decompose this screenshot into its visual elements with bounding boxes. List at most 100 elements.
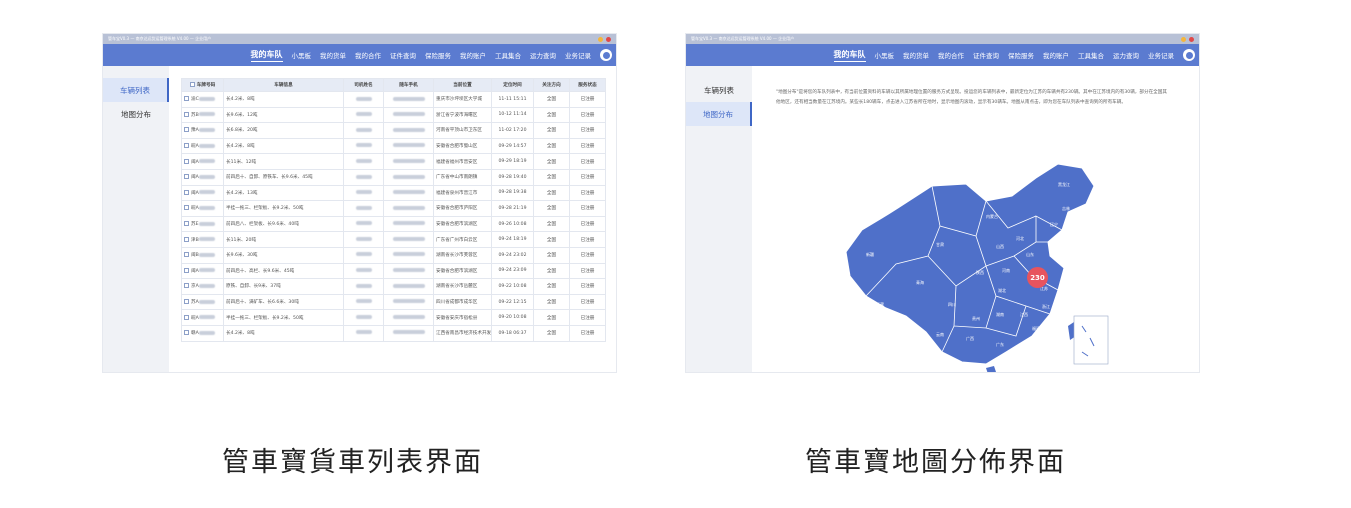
nav-tools[interactable]: 工具集合 (495, 50, 521, 60)
status-cell: 已注册 (569, 246, 606, 264)
row-checkbox[interactable] (184, 205, 189, 211)
driver-name-cell (343, 106, 384, 124)
row-checkbox[interactable] (184, 236, 189, 242)
table-header-row: 车牌号码 车辆信息 司机姓名 随车手机 当前位置 定位时间 关注方向 服务状态 (181, 78, 606, 92)
nav-account[interactable]: 我的账户 (1043, 50, 1069, 60)
close-button[interactable] (1189, 36, 1194, 42)
nav-insurance[interactable]: 保险服务 (1008, 50, 1034, 60)
direction-cell: 全国 (533, 122, 570, 139)
plate-number: 津B (191, 237, 199, 243)
location-cell: 安徽省安庆市宿松县 (433, 309, 492, 326)
nav-blackboard[interactable]: 小黑板 (292, 50, 312, 60)
row-checkbox[interactable] (184, 283, 189, 289)
nav-capacity[interactable]: 运力查询 (530, 50, 556, 60)
time-cell: 11-02 17:20 (491, 122, 534, 139)
plate-number: 皖A (191, 144, 199, 150)
select-all-checkbox[interactable] (189, 82, 195, 87)
column-header-label: 关注方向 (542, 83, 561, 88)
row-checkbox[interactable] (184, 143, 189, 149)
row-checkbox[interactable] (184, 189, 189, 195)
china-map-svg[interactable]: 新疆 西藏 青海 甘肃 内蒙古 黑龙江 吉林 辽宁 四川 云南 广西 广东 湖南… (836, 156, 1136, 373)
china-map[interactable]: 新疆 西藏 青海 甘肃 内蒙古 黑龙江 吉林 辽宁 四川 云南 广西 广东 湖南… (836, 156, 1136, 373)
province-label: 内蒙古 (986, 213, 998, 219)
nav-tools[interactable]: 工具集合 (1078, 50, 1104, 60)
vehicle-info-cell: 长9.6米、30吨 (223, 246, 344, 264)
nav-insurance[interactable]: 保险服务 (425, 50, 451, 60)
province-label: 广西 (966, 335, 974, 341)
minimize-button[interactable] (598, 36, 603, 42)
row-checkbox[interactable] (184, 314, 189, 320)
minimize-button[interactable] (1181, 36, 1186, 42)
sidebar-item-map[interactable]: 地图分布 (686, 102, 752, 126)
row-checkbox[interactable] (184, 330, 189, 336)
direction-cell: 全国 (533, 231, 570, 248)
province-label: 四川 (948, 302, 956, 307)
vehicle-count-marker[interactable]: 230 (1027, 267, 1048, 288)
table-row[interactable]: 苏B 长9.6米、12吨 浙江省宁波市海曙区 10-12 11:14 全国 已注册 (181, 106, 606, 124)
redacted-text (355, 158, 372, 163)
province-label: 陕西 (976, 269, 984, 275)
sidebar-item-vehicle-list[interactable]: 车辆列表 (103, 78, 169, 102)
redacted-text (355, 236, 372, 241)
row-checkbox[interactable] (184, 221, 189, 227)
table-row[interactable]: 闽A 前四后十、自卸、原铁车、长9.6米、45吨 广东省中山市南朗镇 09-28 19… (181, 168, 606, 186)
nav-my-fleet[interactable]: 我的车队 (833, 49, 866, 62)
avatar[interactable] (600, 49, 612, 61)
table-row[interactable]: 皖A 半挂一拖三、栏架板、长9.2米、50吨 安徽省安庆市宿松县 09-20 10:0… (181, 309, 606, 326)
location-cell: 重庆市沙坪坝区大学城 (433, 91, 492, 108)
row-checkbox[interactable] (184, 127, 189, 133)
row-checkbox[interactable] (184, 299, 189, 305)
nav-account[interactable]: 我的账户 (460, 50, 486, 60)
sidebar-item-vehicle-list[interactable]: 车辆列表 (686, 78, 752, 102)
vehicle-table: 车牌号码 车辆信息 司机姓名 随车手机 当前位置 定位时间 关注方向 服务状态 渝C 长4.2米… (181, 78, 606, 342)
avatar[interactable] (1183, 49, 1195, 61)
row-checkbox[interactable] (184, 267, 189, 273)
location-cell: 广东省广州市白云区 (433, 231, 492, 248)
nav-records[interactable]: 业务记录 (565, 50, 591, 60)
driver-name-cell (343, 215, 384, 233)
table-row[interactable]: 苏E 前四后八、栏架板、长9.6米、40吨 安徽省合肥市滨湖区 09-26 10:08… (181, 215, 606, 233)
table-row[interactable]: 京A 原铁、自卸、长9米、37吨 湖南省长沙市岳麓区 09-22 10:08 全国 已注册 (181, 278, 606, 295)
plate-number: 渝C (191, 97, 199, 103)
row-checkbox[interactable] (184, 174, 189, 180)
column-header-label: 随车手机 (399, 83, 418, 88)
nav-license-query[interactable]: 证件查询 (973, 50, 999, 60)
redacted-text (355, 205, 372, 210)
table-row[interactable]: 皖A 长4.2米、8吨 安徽省合肥市蜀山区 09-29 14:57 全国 已注册 (181, 137, 606, 155)
table-row[interactable]: 闽A 前四后十、高栏、长9.6米、45吨 安徽省合肥市滨湖区 09-24 23:09 全… (181, 262, 606, 280)
nav-cooperation[interactable]: 我的合作 (355, 50, 381, 60)
row-checkbox[interactable] (184, 158, 189, 164)
redacted-text (355, 314, 372, 319)
row-checkbox[interactable] (184, 96, 189, 102)
table-row[interactable]: 津B 长11米、20吨 广东省广州市白云区 09-24 18:19 全国 已注册 (181, 231, 606, 248)
redacted-text (198, 330, 215, 335)
phone-cell (383, 309, 434, 326)
nav-records[interactable]: 业务记录 (1148, 50, 1174, 60)
row-checkbox[interactable] (184, 111, 189, 117)
direction-cell: 全国 (533, 309, 570, 326)
redacted-text (355, 299, 372, 304)
nav-my-orders[interactable]: 我的货单 (903, 50, 929, 60)
nav-blackboard[interactable]: 小黑板 (875, 50, 895, 60)
row-checkbox[interactable] (184, 252, 189, 258)
nav-cooperation[interactable]: 我的合作 (938, 50, 964, 60)
table-row[interactable]: 赣A 长4.2米、8吨 江西省南昌市经济技术开发区 09-18 06:37 全国 已注册 (181, 324, 606, 342)
location-cell: 四川省成都市成华区 (433, 293, 492, 311)
sidebar-item-map[interactable]: 地图分布 (103, 102, 169, 126)
table-row[interactable]: 渝C 长4.2米、8吨 重庆市沙坪坝区大学城 11-11 15:11 全国 已注册 (181, 91, 606, 108)
direction-cell: 全国 (533, 324, 570, 342)
table-row[interactable]: 豫A 长6.8米、20吨 河南省平顶山市卫东区 11-02 17:20 全国 已注册 (181, 122, 606, 139)
table-row[interactable]: 闽A 长4.2米、13吨 福建省泉州市晋江市 09-28 19:38 全国 已注册 (181, 184, 606, 202)
table-row[interactable]: 闽B 长9.6米、30吨 湖南省长沙市芙蓉区 09-24 23:02 全国 已注册 (181, 246, 606, 264)
nav-capacity[interactable]: 运力查询 (1113, 50, 1139, 60)
table-row[interactable]: 闽A 长11米、12吨 福建省福州市晋安区 09-29 18:19 全国 已注册 (181, 153, 606, 170)
direction-cell: 全国 (533, 168, 570, 186)
close-button[interactable] (606, 36, 611, 42)
redacted-text (392, 283, 425, 288)
map-panel: "地图分布"是将您的车队列表中，有当前位置资料的车辆以其所属地理位置的服务方式呈… (752, 66, 1199, 372)
nav-my-fleet[interactable]: 我的车队 (250, 49, 283, 62)
table-row[interactable]: 皖A 半挂一拖三、栏架板、长9.2米、50吨 安徽省合肥市庐阳区 09-28 21:1… (181, 200, 606, 217)
table-row[interactable]: 苏A 前四后十、满矿车、长6.6米、30吨 四川省成都市成华区 09-22 12:15… (181, 293, 606, 311)
nav-my-orders[interactable]: 我的货单 (320, 50, 346, 60)
nav-license-query[interactable]: 证件查询 (390, 50, 416, 60)
